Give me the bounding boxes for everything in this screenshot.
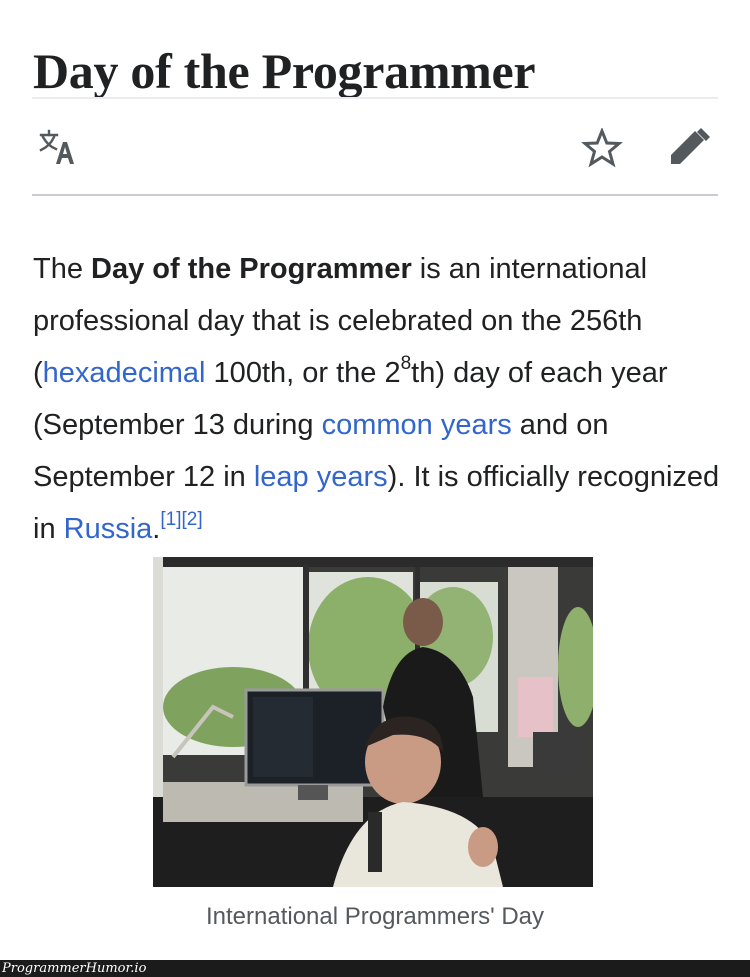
translate-icon [39,129,74,164]
title-divider [32,97,718,99]
photo-caption: International Programmers' Day [205,903,545,930]
edit-button[interactable] [668,126,712,166]
watch-button[interactable] [580,126,624,168]
lead-text: 100th, or the 2 [205,357,401,389]
watermark-text: ProgrammerHumor.io [2,961,147,976]
watermark-bar: ProgrammerHumor.io [0,960,750,977]
reference-1[interactable]: [1] [160,509,181,530]
bold-title: Day of the Programmer [91,253,412,285]
superscript-exponent: 8 [400,353,412,374]
language-button[interactable] [38,128,82,168]
link-russia[interactable]: Russia [64,513,153,545]
pencil-icon [671,128,710,164]
lead-text: The [33,253,92,285]
link-leap-years[interactable]: leap years [254,461,388,493]
reference-2[interactable]: [2] [181,509,202,530]
link-hexadecimal[interactable]: hexadecimal [43,357,206,389]
link-common-years[interactable]: common years [322,409,512,441]
star-icon [581,126,623,168]
toolbar-divider [32,194,718,196]
article-photo[interactable] [153,557,593,887]
photo-office-programmers [153,557,593,887]
page-title: Day of the Programmer [33,42,536,99]
lead-paragraph: The Day of the Programmer is an internat… [33,243,733,555]
